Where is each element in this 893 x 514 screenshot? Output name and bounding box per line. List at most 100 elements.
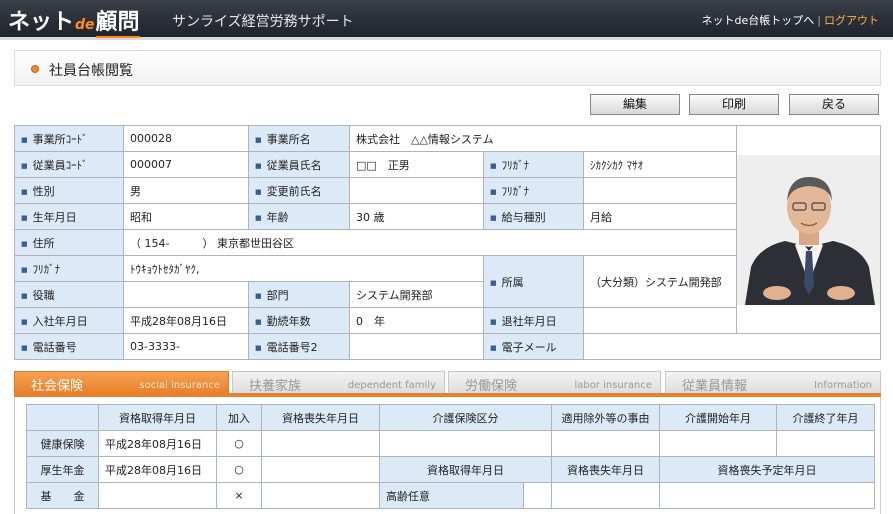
tab-labor-insurance[interactable]: 労働保険 labor insurance: [448, 371, 661, 394]
tab-sublabel: labor insurance: [574, 380, 652, 391]
logout-link[interactable]: ログアウト: [824, 14, 879, 27]
years-value: 0 年: [349, 307, 484, 334]
logo-text-1: ネット: [8, 10, 75, 35]
pension-loss-date: [261, 456, 380, 483]
page-title-bar: 社員台帳閲覧: [14, 50, 881, 86]
emp-name-value: □□ 正男: [349, 151, 484, 178]
col-care-end: 介護終了年月: [776, 404, 875, 431]
print-button[interactable]: 印刷: [689, 94, 779, 115]
pension-col-acquire: 資格取得年月日: [379, 456, 552, 483]
birth-label: 生年月日: [14, 203, 124, 230]
join-date-label: 入社年月日: [14, 307, 124, 334]
office-name-value: 株式会社 △△情報システム: [349, 125, 737, 152]
leave-date-value: [583, 307, 737, 334]
pension-col-planned-loss: 資格喪失予定年月日: [659, 456, 875, 483]
tab-employee-info[interactable]: 従業員情報 Information: [665, 371, 881, 394]
header-links: ネットde台帳トップへ | ログアウト: [702, 12, 879, 28]
prev-name-value: [349, 177, 484, 204]
col-acquire-date: 資格取得年月日: [98, 404, 217, 431]
tab-sublabel: Information: [814, 380, 872, 391]
edit-button[interactable]: 編集: [590, 94, 680, 115]
row-health-label: 健康保険: [26, 430, 99, 457]
tab-bar: 社会保険 social insurance 扶養家族 dependent fam…: [14, 371, 881, 394]
phone2-value: [349, 333, 484, 360]
affiliation-value: （大分類）システム開発部: [583, 255, 737, 308]
back-button[interactable]: 戻る: [789, 94, 879, 115]
position-value: [123, 281, 249, 308]
col-loss-date: 資格喪失年月日: [261, 404, 380, 431]
row-fund-label: 基 金: [26, 482, 99, 509]
kana-value: ｼｶｸｼｶｸ ﾏｻｵ: [583, 151, 737, 178]
col-care-start: 介護開始年月: [659, 404, 777, 431]
photo-cell: [736, 125, 881, 334]
tab-sublabel: social insurance: [139, 380, 220, 391]
tab-label: 労働保険: [465, 379, 518, 394]
prev-name-label: 変更前氏名: [248, 177, 350, 204]
emp-code-value: 000007: [123, 151, 249, 178]
health-care-end: [776, 430, 875, 457]
tab-label: 従業員情報: [682, 379, 748, 394]
phone-value: 03-3333-: [123, 333, 249, 360]
social-insurance-table: 資格取得年月日 加入 資格喪失年月日 介護保険区分 適用除外等の事由 介護開始年…: [26, 404, 875, 509]
tab-social-insurance[interactable]: 社会保険 social insurance: [14, 371, 229, 394]
address-value: （ 154- ） 東京都世田谷区: [123, 229, 737, 256]
join-date-value: 平成28年08月16日: [123, 307, 249, 334]
prev-kana-label: ﾌﾘｶﾞﾅ: [483, 177, 584, 204]
office-code-label: 事業所ｺｰﾄﾞ: [14, 125, 124, 152]
pension-joined: ○: [216, 456, 262, 483]
salary-type-label: 給与種別: [483, 203, 584, 230]
health-joined: ○: [216, 430, 262, 457]
gender-value: 男: [123, 177, 249, 204]
employee-info-table: 事業所ｺｰﾄﾞ 000028 事業所名 株式会社 △△情報システム: [14, 125, 881, 360]
ledger-top-link[interactable]: ネットde台帳トップへ: [702, 14, 815, 27]
health-loss-date: [261, 430, 380, 457]
row-pension-label: 厚生年金: [26, 456, 99, 483]
employee-portrait-icon: [737, 154, 880, 305]
fund-joined: ×: [216, 482, 262, 509]
company-name: サンライズ経営労務サポート: [172, 14, 354, 30]
age-value: 30 歳: [349, 203, 484, 230]
tab-dependent-family[interactable]: 扶養家族 dependent family: [232, 371, 445, 394]
corner-header: [26, 404, 99, 431]
birth-value: 昭和: [123, 203, 249, 230]
health-exemption: [551, 430, 660, 457]
department-value: システム開発部: [349, 281, 484, 308]
elderly-acquire: [551, 482, 660, 509]
emp-name-label: 従業員氏名: [248, 151, 350, 178]
app-logo[interactable]: ネット de 顧問: [8, 4, 140, 38]
employee-photo: [737, 154, 880, 305]
health-care-start: [659, 430, 777, 457]
col-care-class: 介護保険区分: [379, 404, 552, 431]
gender-label: 性別: [14, 177, 124, 204]
office-name-label: 事業所名: [248, 125, 350, 152]
pension-acquire-date: 平成28年08月16日: [98, 456, 217, 483]
email-value: [583, 333, 881, 360]
age-label: 年齢: [248, 203, 350, 230]
fund-acquire-date: [98, 482, 217, 509]
elderly-value: [523, 482, 552, 509]
affiliation-label: 所属: [483, 255, 584, 308]
address-kana-label: ﾌﾘｶﾞﾅ: [14, 255, 124, 282]
email-label: 電子メール: [483, 333, 584, 360]
link-separator: |: [817, 14, 821, 27]
elderly-label: 高齢任意: [379, 482, 524, 509]
tab-sublabel: dependent family: [347, 380, 436, 391]
logo-text-3: 顧問: [95, 4, 140, 38]
office-code-value: 000028: [123, 125, 249, 152]
health-acquire-date: 平成28年08月16日: [98, 430, 217, 457]
fund-loss-date: [261, 482, 380, 509]
department-label: 部門: [248, 281, 350, 308]
page-title: 社員台帳閲覧: [49, 63, 133, 79]
phone-label: 電話番号: [14, 333, 124, 360]
position-label: 役職: [14, 281, 124, 308]
leave-date-label: 退社年月日: [483, 307, 584, 334]
tab-label: 扶養家族: [249, 379, 302, 394]
address-label: 住所: [14, 229, 124, 256]
bullet-icon: [31, 65, 39, 73]
kana-label: ﾌﾘｶﾞﾅ: [483, 151, 584, 178]
tab-label: 社会保険: [31, 379, 84, 394]
phone2-label: 電話番号2: [248, 333, 350, 360]
top-bar: ネット de 顧問 サンライズ経営労務サポート ネットde台帳トップへ | ログアウ…: [0, 0, 893, 40]
logo-text-2: de: [75, 17, 95, 33]
prev-kana-value: [583, 177, 737, 204]
